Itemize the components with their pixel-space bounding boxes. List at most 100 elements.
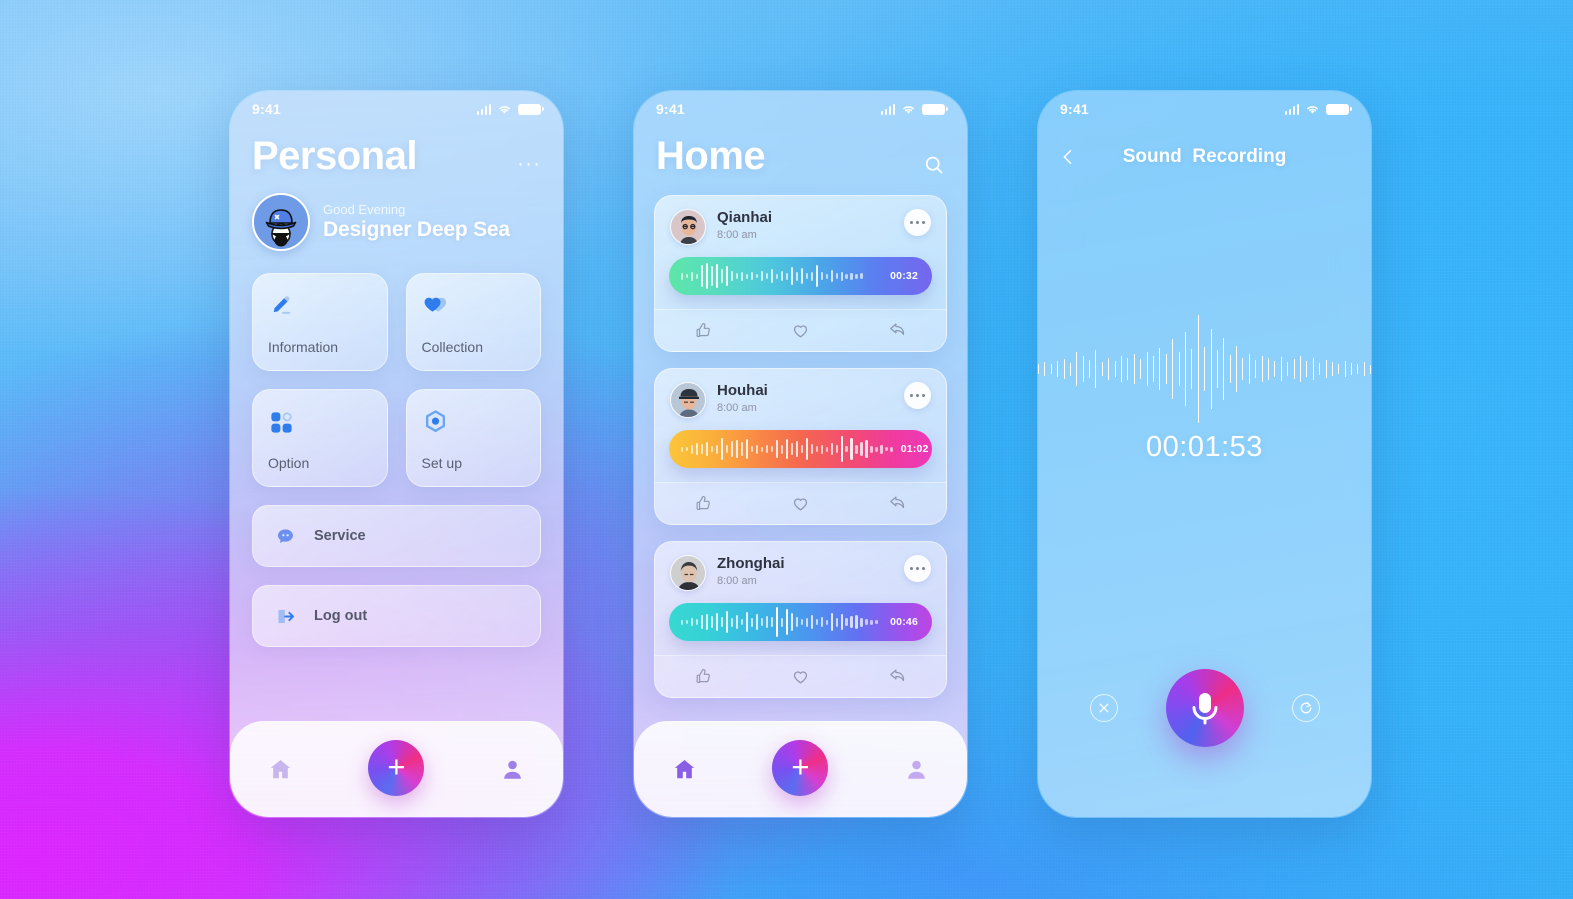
waveform-bar <box>685 620 689 624</box>
tile-setup[interactable]: Set up <box>405 389 541 487</box>
person-icon <box>503 760 521 779</box>
waveform-bar <box>845 618 848 626</box>
waveform-bar <box>1172 339 1173 399</box>
cancel-recording-button[interactable] <box>1089 694 1118 722</box>
card-meta: Houhai 8:00 am <box>717 382 768 414</box>
add-button[interactable]: + <box>368 739 425 796</box>
waveform-bar <box>860 273 863 279</box>
tile-label: Information <box>268 339 339 355</box>
heart-icon[interactable] <box>791 494 810 513</box>
voice-message-card[interactable]: Qianhai 8:00 am 00:32 <box>654 195 947 352</box>
waveform-bar <box>1325 360 1327 378</box>
waveform-bar <box>1101 362 1103 376</box>
waveform-bar <box>730 617 734 627</box>
tab-home[interactable] <box>267 756 294 783</box>
profile-greeting: Good Evening <box>323 202 406 217</box>
tab-home[interactable] <box>671 756 698 783</box>
waveform-bar <box>805 273 808 279</box>
heart-tag-icon <box>422 290 526 322</box>
thumbs-up-icon[interactable] <box>694 321 713 340</box>
waveform-bar <box>785 272 789 280</box>
record-button[interactable] <box>1165 669 1244 747</box>
more-dots-icon[interactable] <box>904 555 931 582</box>
row-service[interactable]: Service <box>252 505 541 567</box>
wifi-icon <box>1307 105 1318 114</box>
waveform-bar <box>720 617 724 627</box>
waveform-bar <box>835 617 838 627</box>
waveform-bar <box>690 271 694 281</box>
heart-icon[interactable] <box>791 321 810 340</box>
voice-player[interactable]: 00:32 <box>669 257 932 295</box>
waveform-bar <box>1351 363 1352 375</box>
reply-icon[interactable] <box>888 667 907 686</box>
heart-icon[interactable] <box>791 667 810 686</box>
waveform-bar <box>755 614 759 630</box>
waveform-bar <box>770 617 774 627</box>
recording-header: Sound Recording <box>1038 127 1371 175</box>
waveform-bar <box>1076 352 1078 386</box>
row-logout[interactable]: Log out <box>252 585 541 647</box>
home-screen-body: Home Qianhai 8:00 am 00:32 Houhai 8:00 a… <box>634 127 967 817</box>
voice-player[interactable]: 01:02 <box>669 430 932 468</box>
back-button[interactable] <box>1058 147 1078 167</box>
waveform-bar <box>840 271 843 281</box>
waveform-bar <box>780 617 784 627</box>
avatar-bucket-hat-icon <box>254 195 308 249</box>
waveform-bar <box>715 444 719 454</box>
tab-profile[interactable] <box>499 756 526 783</box>
waveform-bar <box>780 444 784 454</box>
add-button[interactable]: + <box>772 739 829 796</box>
waveform-bar <box>700 444 704 454</box>
tile-collection[interactable]: Collection <box>405 273 541 371</box>
bottom-tabbar: + <box>230 721 563 817</box>
thumbs-up-icon[interactable] <box>694 494 713 513</box>
waveform-bar <box>1363 362 1365 376</box>
waveform-bar <box>880 444 883 454</box>
waveform-bar <box>700 265 704 287</box>
status-icons <box>880 103 948 115</box>
tab-profile[interactable] <box>903 756 930 783</box>
thumbs-up-icon[interactable] <box>694 667 713 686</box>
waveform-bar <box>1133 354 1135 384</box>
reply-icon[interactable] <box>888 321 907 340</box>
avatar[interactable] <box>252 193 310 251</box>
tile-option[interactable]: Option <box>252 389 388 487</box>
waveform-bar <box>735 440 739 458</box>
more-dots-icon[interactable] <box>904 382 931 409</box>
waveform-bar <box>750 272 754 280</box>
waveform-bar <box>820 444 823 454</box>
waveform-bar <box>825 619 828 625</box>
voice-message-card[interactable]: Zhonghai 8:00 am 00:46 <box>654 541 947 698</box>
redo-recording-button[interactable] <box>1291 694 1320 722</box>
search-icon[interactable] <box>923 154 945 176</box>
waveform-bar <box>775 440 779 458</box>
home-icon <box>674 760 695 779</box>
waveform-bar <box>735 615 739 629</box>
waveform-bar <box>1312 358 1314 380</box>
status-bar: 9:41 <box>634 91 967 127</box>
waveform-bar <box>1306 361 1308 377</box>
profile-row[interactable]: Good Evening Designer Deep Sea <box>230 177 563 251</box>
waveform-bar <box>1089 360 1090 378</box>
waveform-bar <box>690 618 694 626</box>
avatar[interactable] <box>670 555 706 591</box>
voice-message-card[interactable]: Houhai 8:00 am 01:02 <box>654 368 947 525</box>
waveform-bar <box>1274 361 1276 377</box>
avatar[interactable] <box>670 209 706 245</box>
reply-icon[interactable] <box>888 494 907 513</box>
waveform-bar <box>705 614 709 630</box>
timestamp: 8:00 am <box>717 229 757 242</box>
more-dots-icon[interactable] <box>904 209 931 236</box>
avatar[interactable] <box>670 382 706 418</box>
waveform-bar <box>1063 359 1065 379</box>
phone-screen-home: 9:41 Home Qianhai 8:00 am 00:32 Houhai 8… <box>633 90 968 818</box>
voice-player[interactable]: 00:46 <box>669 603 932 641</box>
waveform-bar <box>755 444 759 454</box>
wifi-icon <box>499 105 510 114</box>
waveform-bar <box>835 445 838 453</box>
waveform-bar <box>835 273 838 279</box>
tile-information[interactable]: Information <box>252 273 388 371</box>
card-actions <box>655 482 946 524</box>
overflow-menu-icon[interactable]: ··· <box>517 153 541 174</box>
recording-timer: 00:01:53 <box>1146 431 1263 463</box>
